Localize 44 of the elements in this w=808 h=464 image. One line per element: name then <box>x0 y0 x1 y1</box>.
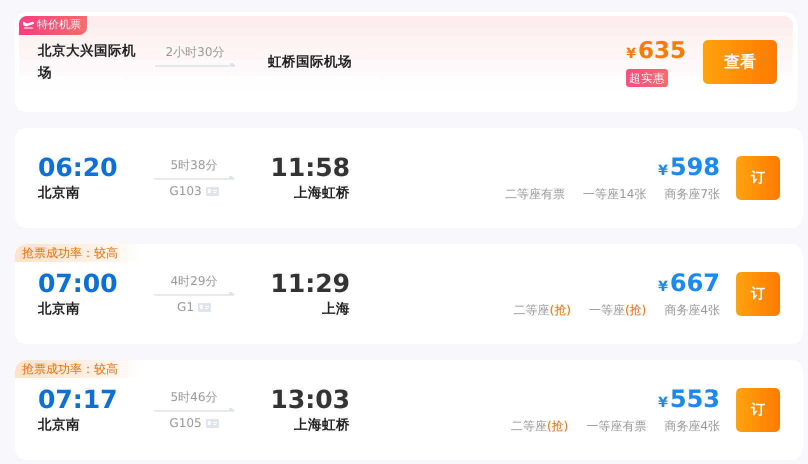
arrival-time: 11:29 <box>270 268 350 299</box>
seat-availability: 二等座(抢) <box>514 302 571 319</box>
departure-time: 06:20 <box>38 152 119 183</box>
seat-availability: 商务座4张 <box>664 418 720 435</box>
id-card-icon <box>206 186 219 196</box>
seat-availability: 商务座7张 <box>664 186 720 203</box>
departure-time: 07:00 <box>38 268 119 299</box>
duration-text: 5时46分 <box>170 389 218 406</box>
duration-text: 5时38分 <box>170 157 218 174</box>
arrival-airport: 虹桥国际机场 <box>268 53 352 72</box>
seat-availability: 二等座有票 <box>505 186 566 203</box>
arrival-station: 上海虹桥 <box>294 416 350 435</box>
departure-airport: 北京大兴国际机场 <box>38 42 137 83</box>
book-button[interactable]: 订 <box>736 272 780 316</box>
arrival-station: 上海 <box>322 300 350 319</box>
badge-text: 特价机票 <box>37 17 81 33</box>
duration-text: 2小时30分 <box>166 44 224 61</box>
train-number: G105 <box>169 415 202 432</box>
plane-icon <box>23 21 34 30</box>
arrival-time: 13:03 <box>270 384 350 415</box>
price-text: ¥553 <box>658 385 720 415</box>
deal-tag: 超实惠 <box>626 68 668 86</box>
book-button[interactable]: 订 <box>736 388 780 432</box>
duration-text: 4时29分 <box>170 273 218 290</box>
seat-availability: 商务座4张 <box>664 302 720 319</box>
departure-station: 北京南 <box>38 300 81 319</box>
id-card-icon <box>198 302 211 312</box>
seat-availability: 二等座(抢) <box>510 418 568 435</box>
price-text: ¥598 <box>658 153 720 183</box>
seat-availability: 一等座(抢) <box>588 302 646 319</box>
price-text: ¥667 <box>658 269 720 299</box>
price-text: ¥635 <box>626 38 686 66</box>
arrival-time: 11:58 <box>270 152 350 183</box>
book-button[interactable]: 订 <box>736 156 780 200</box>
id-card-icon <box>206 418 219 428</box>
arrival-station: 上海虹桥 <box>294 184 350 203</box>
departure-station: 北京南 <box>38 184 81 203</box>
view-button[interactable]: 查看 <box>703 40 777 84</box>
seat-availability: 一等座有票 <box>586 418 646 435</box>
seat-availability: 一等座14张 <box>583 186 646 203</box>
departure-time: 07:17 <box>38 384 119 415</box>
departure-station: 北京南 <box>38 416 81 435</box>
train-number: G1 <box>177 299 194 316</box>
train-number: G103 <box>169 183 202 200</box>
